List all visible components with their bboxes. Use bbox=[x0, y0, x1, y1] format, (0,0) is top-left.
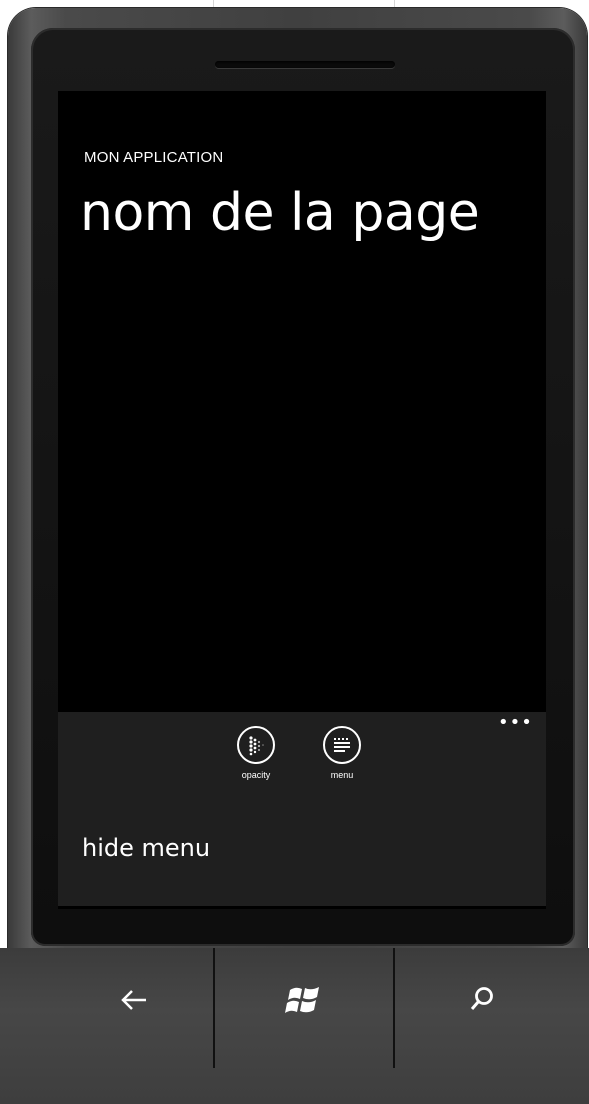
windows-start-icon bbox=[285, 987, 319, 1013]
phone-screen: MON APPLICATION nom de la page ••• opaci… bbox=[58, 91, 546, 909]
application-title: MON APPLICATION bbox=[84, 149, 224, 166]
application-bar: ••• opacity menu hide menu bbox=[58, 712, 546, 906]
opacity-icon bbox=[237, 726, 275, 764]
page-title: nom de la page bbox=[80, 183, 480, 243]
back-button[interactable] bbox=[104, 970, 164, 1030]
earpiece-speaker bbox=[215, 61, 395, 68]
app-bar-ellipsis-button[interactable]: ••• bbox=[498, 714, 532, 732]
hardware-divider bbox=[213, 948, 215, 1068]
menu-lines-icon bbox=[323, 726, 361, 764]
search-button[interactable] bbox=[452, 970, 512, 1030]
hide-menu-item[interactable]: hide menu bbox=[82, 834, 210, 862]
menu-button-label: menu bbox=[330, 770, 354, 780]
opacity-button[interactable]: opacity bbox=[224, 726, 288, 796]
back-arrow-icon bbox=[121, 990, 146, 1010]
emulator-canvas: MON APPLICATION nom de la page ••• opaci… bbox=[0, 0, 589, 1104]
opacity-button-label: opacity bbox=[241, 770, 271, 780]
menu-button[interactable]: menu bbox=[310, 726, 374, 796]
start-button[interactable] bbox=[274, 970, 334, 1030]
hardware-divider bbox=[393, 948, 395, 1068]
search-icon bbox=[470, 987, 493, 1010]
